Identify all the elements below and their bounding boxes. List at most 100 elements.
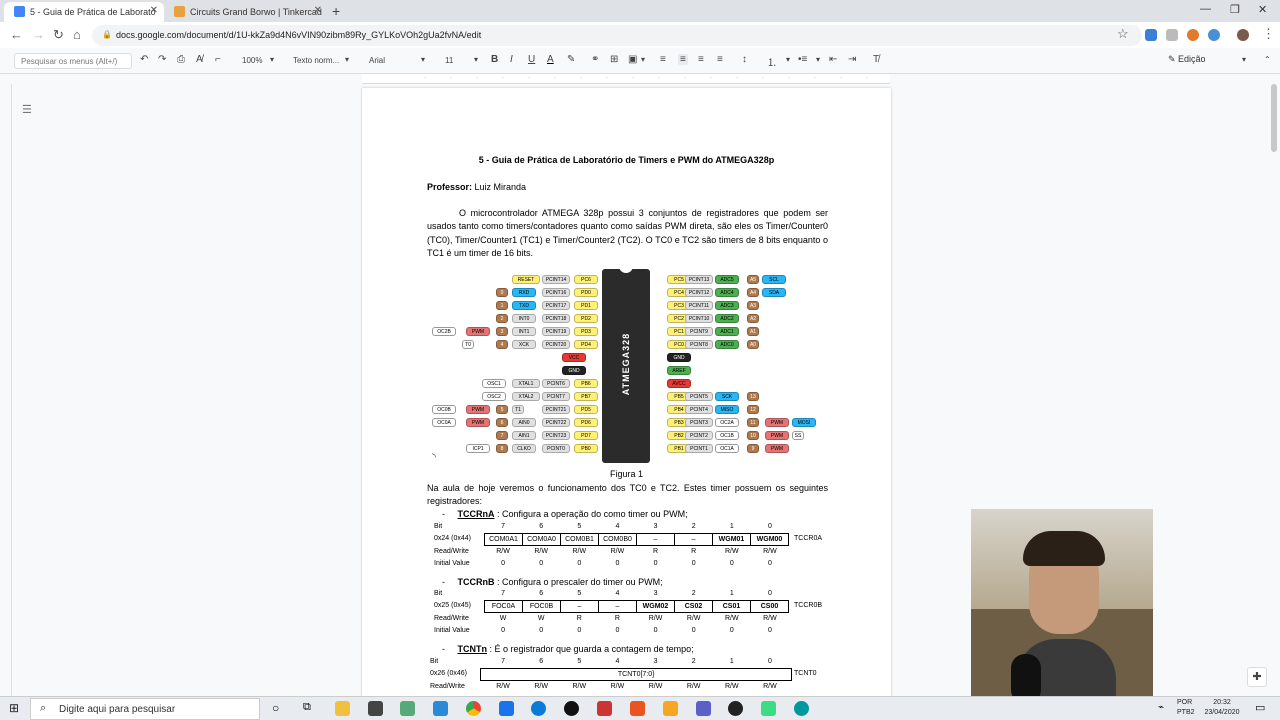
new-tab-button[interactable]: + xyxy=(332,3,340,19)
browser-tab-tinkercad[interactable]: Circuits Grand Borwo | Tinkercad ✕ xyxy=(164,2,328,22)
numbered-list-icon[interactable]: ⒈ xyxy=(767,54,777,69)
align-center-icon[interactable]: ≡ xyxy=(678,54,688,65)
italic-icon[interactable]: I xyxy=(510,54,513,65)
menu-search-input[interactable]: Pesquisar os menus (Alt+/) xyxy=(14,53,132,69)
app-icon[interactable] xyxy=(433,701,448,716)
paint-format-icon[interactable]: ⌐ xyxy=(215,54,221,65)
decrease-indent-icon[interactable]: ⇤ xyxy=(829,54,837,65)
read-write-label: Read/Write xyxy=(434,615,469,622)
lock-icon: 🔒 xyxy=(102,30,112,39)
pin-label: PCINT21 xyxy=(542,405,570,414)
forward-icon[interactable]: → xyxy=(32,27,45,42)
underline-icon[interactable]: U xyxy=(528,54,535,65)
increase-indent-icon[interactable]: ⇥ xyxy=(848,54,856,65)
close-icon[interactable]: ✕ xyxy=(150,5,158,16)
image-icon[interactable]: ▣ xyxy=(628,54,637,65)
maximize-icon[interactable]: ❐ xyxy=(1230,3,1240,16)
undo-icon[interactable]: ↶ xyxy=(140,54,148,65)
register-bit-cell: WGM02 xyxy=(637,601,675,612)
document-page[interactable]: 5 - Guia de Prática de Laboratório de Ti… xyxy=(362,88,891,700)
print-icon[interactable]: ⎙ xyxy=(177,54,185,65)
zoom-select[interactable]: 100% xyxy=(242,56,262,65)
pin-label: AVCC xyxy=(667,379,691,388)
chrome-icon[interactable] xyxy=(466,701,481,716)
pin-label: PD2 xyxy=(574,314,598,323)
app-icon[interactable] xyxy=(630,701,645,716)
notification-icon[interactable]: ▭ xyxy=(1255,701,1265,714)
redo-icon[interactable]: ↷ xyxy=(158,54,166,65)
pin-label: PCINT0 xyxy=(542,444,570,453)
clear-formatting-icon[interactable]: T̸ xyxy=(873,54,879,65)
file-explorer-icon[interactable] xyxy=(335,701,350,716)
back-icon[interactable]: ← xyxy=(10,27,23,42)
teams-icon[interactable] xyxy=(696,701,711,716)
app-icon[interactable] xyxy=(400,701,415,716)
line-spacing-icon[interactable]: ↕ xyxy=(742,54,747,65)
edge-icon[interactable] xyxy=(531,701,546,716)
avatar[interactable] xyxy=(1237,29,1249,41)
align-left-icon[interactable]: ≡ xyxy=(660,54,666,65)
bookmark-star-icon[interactable]: ☆ xyxy=(1117,26,1129,42)
horizontal-ruler[interactable]: · · · · · · · · · · · · · · · · · · xyxy=(362,74,890,84)
style-select[interactable]: Texto norm... xyxy=(293,56,339,65)
close-icon[interactable]: ✕ xyxy=(314,5,322,16)
link-icon[interactable]: ⚭ xyxy=(591,54,599,65)
read-write-value: R xyxy=(614,615,620,622)
reload-icon[interactable]: ↻ xyxy=(53,27,64,43)
spellcheck-icon[interactable]: A̸ xyxy=(196,54,203,65)
bulleted-list-icon[interactable]: •≡ xyxy=(798,54,807,65)
bold-icon[interactable]: B xyxy=(491,54,498,65)
text-color-icon[interactable]: A xyxy=(547,54,554,65)
home-icon[interactable]: ⌂ xyxy=(73,27,81,42)
ruler-tick: · xyxy=(606,75,608,81)
align-justify-icon[interactable]: ≡ xyxy=(717,54,723,65)
extension-icon[interactable] xyxy=(1187,29,1199,41)
align-right-icon[interactable]: ≡ xyxy=(698,54,704,65)
explore-icon[interactable]: ✚ xyxy=(1247,667,1267,687)
chevron-up-icon[interactable]: ⌃ xyxy=(1264,55,1271,64)
extension-icon[interactable] xyxy=(1208,29,1220,41)
pin-label: PD3 xyxy=(574,327,598,336)
font-size-select[interactable]: 11 xyxy=(445,56,453,65)
browser-tab-docs[interactable]: 5 - Guia de Prática de Laborató ✕ xyxy=(4,2,164,22)
clock[interactable]: 20:32 23/04/2020 xyxy=(1202,698,1242,718)
more-menu-icon[interactable]: ⋮ xyxy=(1262,26,1275,42)
pin-label: 3 xyxy=(496,327,508,336)
minimize-icon[interactable]: — xyxy=(1200,3,1211,15)
arduino-icon[interactable] xyxy=(794,701,809,716)
app-icon[interactable] xyxy=(564,701,579,716)
app-icon[interactable] xyxy=(499,701,514,716)
outline-icon[interactable]: ☰ xyxy=(22,103,32,116)
scrollbar[interactable] xyxy=(1271,84,1277,152)
read-write-label: Read/Write xyxy=(430,683,465,690)
comment-icon[interactable]: ⊞ xyxy=(610,54,618,65)
ruler-tick: · xyxy=(866,75,868,81)
chevron-down-icon: ▾ xyxy=(816,55,821,64)
network-icon[interactable]: ⌁ xyxy=(1158,702,1164,713)
highlight-icon[interactable]: ✎ xyxy=(567,54,575,65)
pin-label: AIN1 xyxy=(512,431,536,440)
pin-label: PD6 xyxy=(574,418,598,427)
app-icon[interactable] xyxy=(728,701,743,716)
app-icon[interactable] xyxy=(597,701,612,716)
pin-label: PD0 xyxy=(574,288,598,297)
calculator-icon[interactable] xyxy=(368,701,383,716)
register-bit-cell: WGM00 xyxy=(756,536,783,543)
extension-icon[interactable] xyxy=(1145,29,1157,41)
chevron-down-icon: ▾ xyxy=(345,55,350,64)
bit-number: 1 xyxy=(729,658,734,665)
tab-title: 5 - Guia de Prática de Laborató xyxy=(30,7,156,17)
task-view-icon[interactable]: ⧉ xyxy=(303,701,311,714)
url-input[interactable]: 🔒 docs.google.com/document/d/1U-kkZa9d4N… xyxy=(92,25,1142,46)
language-indicator[interactable]: POR PTB2 xyxy=(1177,698,1195,718)
close-window-icon[interactable]: ✕ xyxy=(1258,3,1267,16)
editing-mode-select[interactable]: ✎ Edição xyxy=(1168,54,1206,65)
app-icon[interactable] xyxy=(761,701,776,716)
extension-icon[interactable] xyxy=(1166,29,1178,41)
app-icon[interactable] xyxy=(663,701,678,716)
cortana-icon[interactable]: ○ xyxy=(272,701,279,715)
font-select[interactable]: Arial xyxy=(369,56,385,65)
windows-start-icon[interactable]: ⊞ xyxy=(9,701,19,715)
ruler-tick: · xyxy=(658,75,660,81)
taskbar-search-input[interactable]: ⌕ Digite aqui para pesquisar xyxy=(30,698,260,720)
